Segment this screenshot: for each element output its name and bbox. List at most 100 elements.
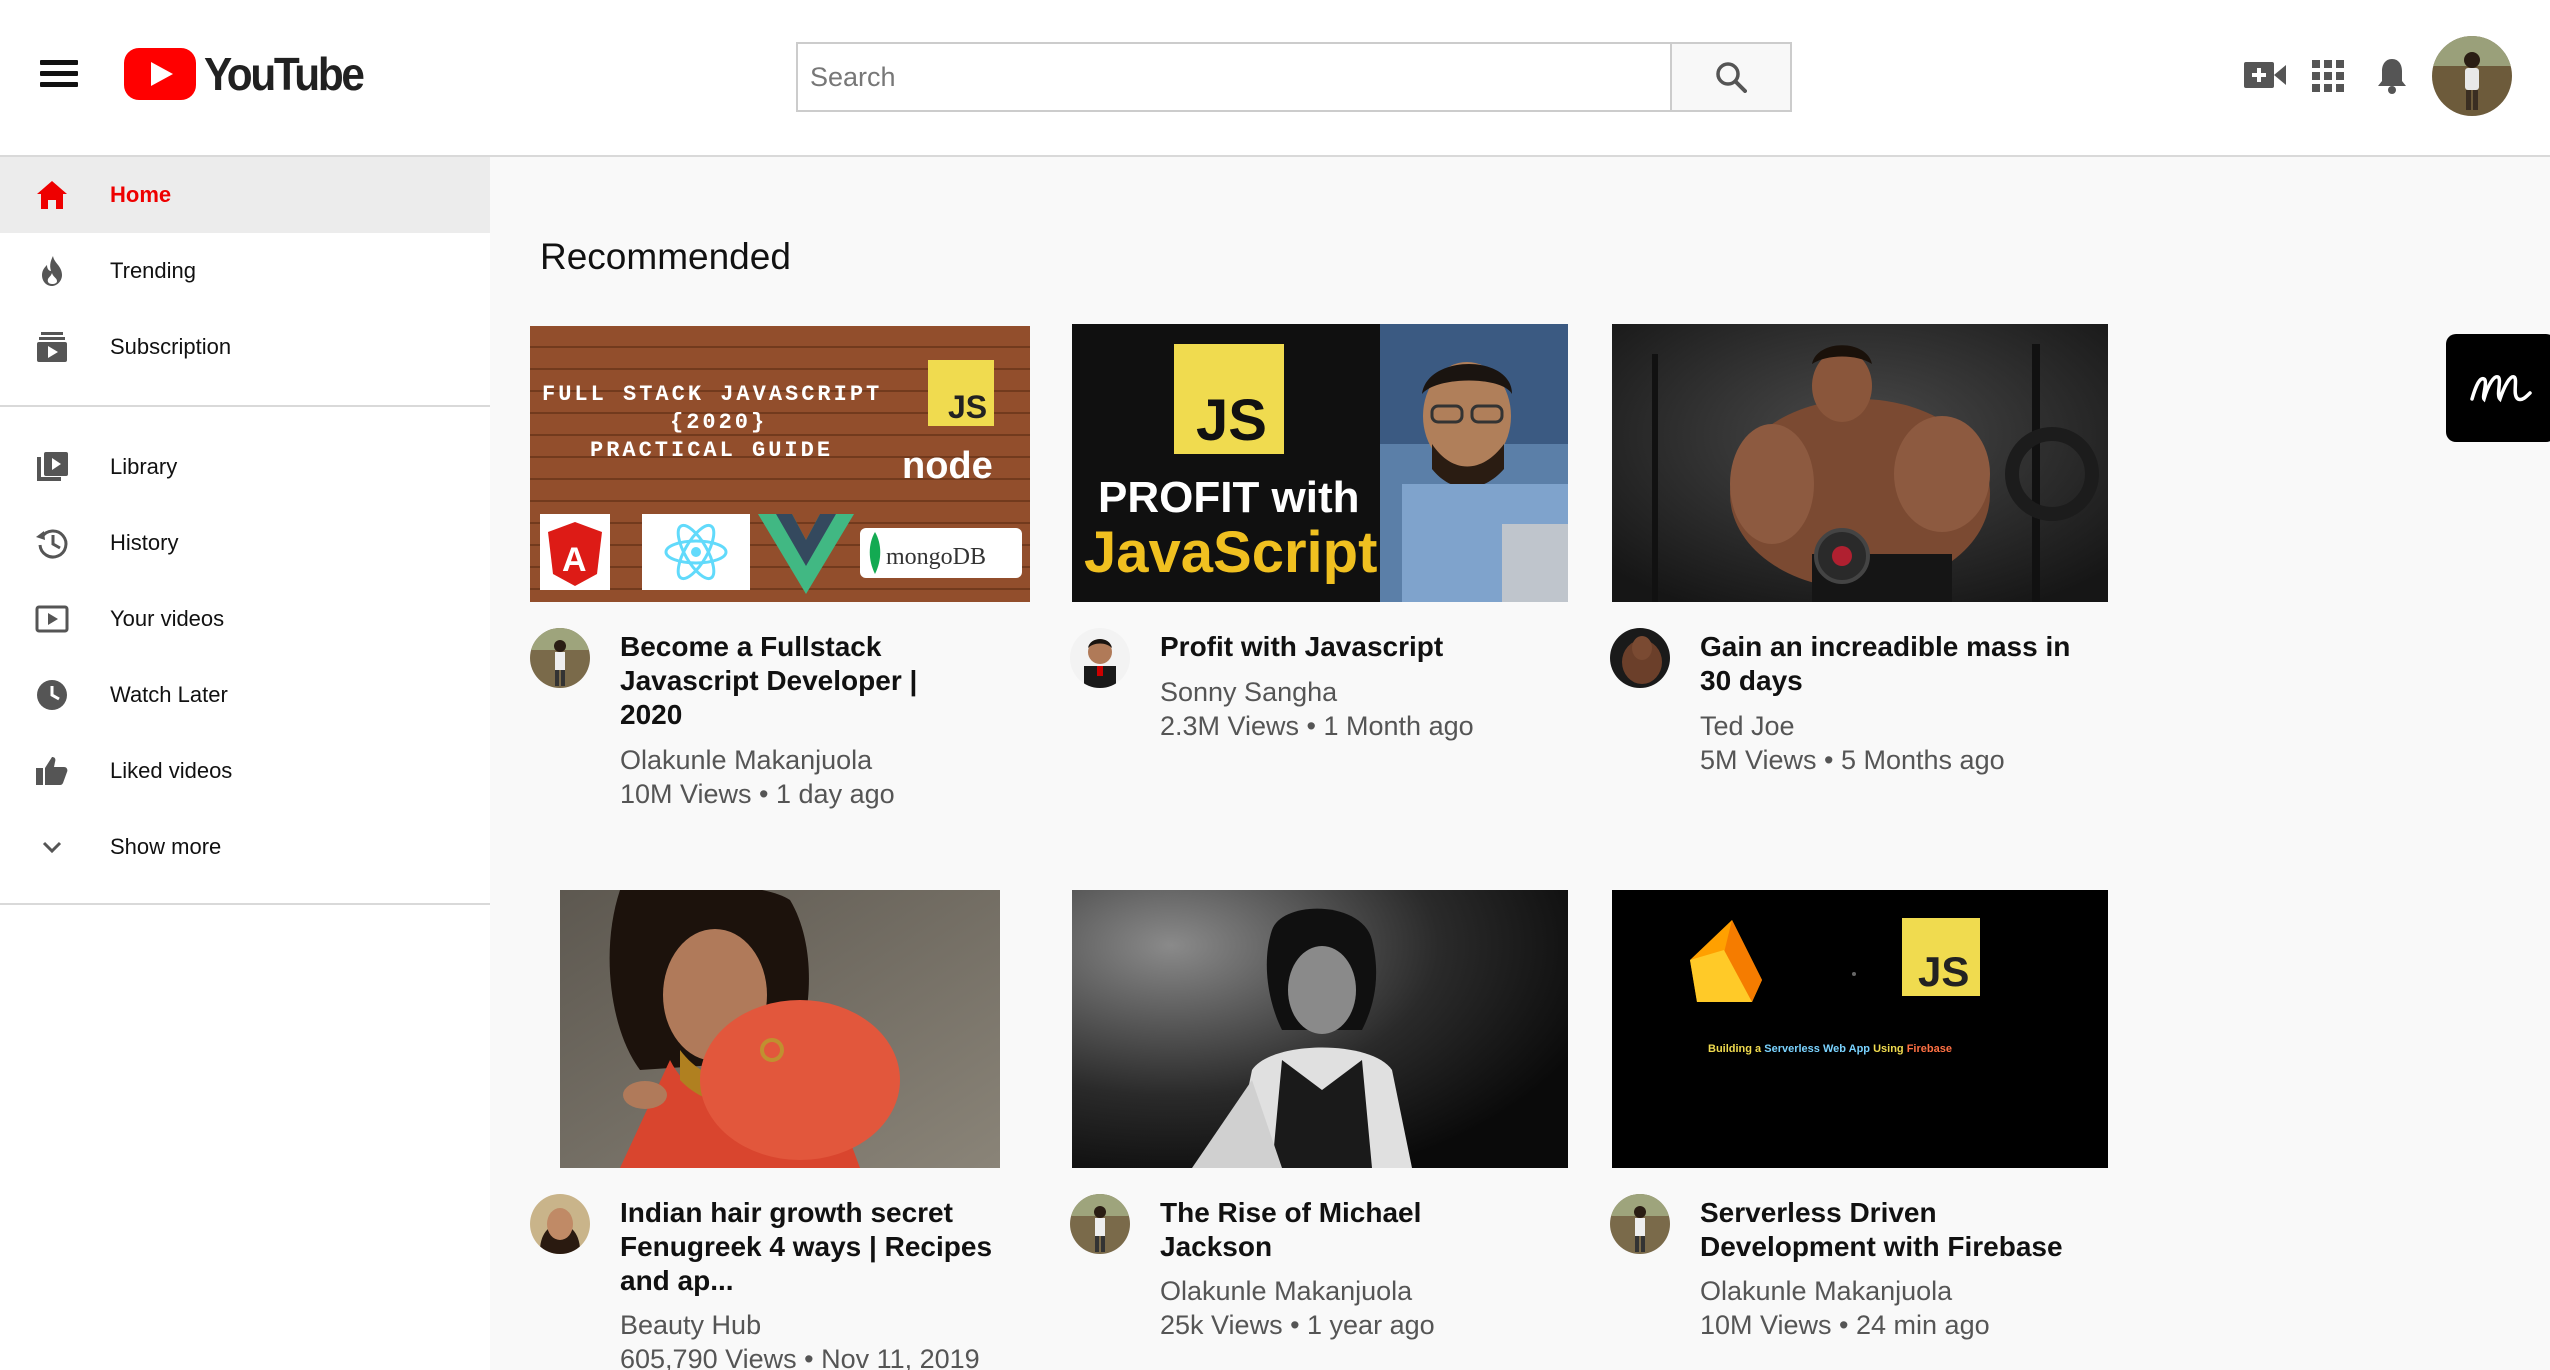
video-meta: 2.3M Views • 1 Month ago: [1160, 711, 1474, 741]
user-avatar[interactable]: [2432, 36, 2512, 116]
mongodb-logo-text: mongoDB: [886, 544, 986, 570]
search-input[interactable]: [796, 42, 1670, 112]
search-icon: [1716, 62, 1747, 93]
video-title-line: Fenugreek 4 ways | Recipes: [620, 1231, 993, 1262]
library-icon: [37, 452, 68, 481]
youtube-play-logo-icon: [124, 48, 196, 100]
video-title-line: Indian hair growth secret: [620, 1197, 953, 1228]
youtube-logo[interactable]: YouTube: [124, 44, 376, 104]
your-videos-icon: [35, 605, 69, 633]
subscriptions-icon: [37, 332, 67, 362]
channel-name[interactable]: Beauty Hub: [620, 1308, 761, 1342]
video-title-line: 30 days: [1700, 665, 1803, 696]
video-thumbnail[interactable]: FULL STACK JAVASCRIPT {2020} PRACTICAL G…: [530, 326, 1030, 602]
thumb-caption: Serverless Web App: [1764, 1043, 1870, 1055]
sidebar-item-label: Show more: [110, 834, 222, 859]
video-thumbnail[interactable]: JS PROFIT with JavaScript: [1072, 324, 1568, 602]
sidebar-item-liked-videos[interactable]: Liked videos: [0, 733, 490, 809]
video-title-line: Javascript Developer |: [620, 665, 918, 696]
thumbs-up-icon: [36, 757, 68, 785]
sidebar-item-library[interactable]: Library: [0, 429, 490, 505]
video-title-line: Profit with Javascript: [1160, 631, 1444, 662]
sidebar-item-label: History: [110, 530, 179, 555]
svg-text:Building a Serverless Web App: Building a Serverless Web App Using Fire…: [1708, 1043, 1952, 1055]
sidebar-item-subscription[interactable]: Subscription: [0, 309, 490, 385]
video-title[interactable]: Indian hair growth secret Fenugreek 4 wa…: [620, 1196, 992, 1298]
channel-name[interactable]: Olakunle Makanjuola: [1700, 1274, 1952, 1308]
extension-badge[interactable]: [2446, 334, 2550, 442]
video-title[interactable]: Profit with Javascript: [1160, 630, 1443, 664]
sidebar-item-watch-later[interactable]: Watch Later: [0, 657, 490, 733]
sidebar-item-label: Library: [110, 454, 178, 479]
channel-avatar[interactable]: [1610, 1194, 1670, 1254]
sidebar-item-label: Home: [110, 182, 172, 207]
sidebar-item-home[interactable]: Home: [0, 157, 490, 233]
channel-avatar[interactable]: [1070, 628, 1130, 688]
js-logo-text: JS: [1196, 388, 1267, 453]
clock-icon: [37, 680, 67, 710]
sidebar-item-trending[interactable]: Trending: [0, 233, 490, 309]
search-bar: [796, 42, 1792, 112]
sidebar-item-show-more[interactable]: Show more: [0, 809, 490, 885]
video-title-line: Development with Firebase: [1700, 1231, 2063, 1262]
video-meta: 10M Views • 24 min ago: [1700, 1310, 1990, 1340]
sidebar-item-label: Watch Later: [110, 682, 228, 707]
thumb-caption: Using: [1870, 1043, 1907, 1055]
video-meta: 5M Views • 5 Months ago: [1700, 745, 2005, 775]
thumb-text: {2020}: [670, 410, 767, 435]
search-button[interactable]: [1670, 42, 1792, 112]
video-title[interactable]: Serverless Driven Development with Fireb…: [1700, 1196, 2063, 1264]
node-logo-text: node: [902, 445, 993, 487]
channel-name[interactable]: Olakunle Makanjuola: [1160, 1274, 1412, 1308]
video-title-line: Jackson: [1160, 1231, 1273, 1262]
video-thumbnail[interactable]: [1612, 324, 2108, 602]
history-icon: [36, 529, 68, 559]
video-thumbnail[interactable]: JS Building a Serverless Web App Using F…: [1612, 890, 2108, 1168]
cursive-m-logo-icon: [2470, 375, 2532, 403]
thumb-text: JavaScript: [1084, 520, 1377, 585]
top-header: YouTube: [0, 0, 2550, 157]
video-title[interactable]: Become a Fullstack Javascript Developer …: [620, 630, 917, 732]
logo-text: YouTube: [204, 48, 365, 100]
video-thumbnail[interactable]: [560, 890, 1000, 1168]
video-title-line: and ap...: [620, 1265, 734, 1296]
chevron-down-icon: [42, 841, 62, 854]
channel-avatar[interactable]: [530, 1194, 590, 1254]
js-logo-text: JS: [1918, 948, 1969, 995]
video-title-line: Become a Fullstack: [620, 631, 882, 662]
sidebar: Home Trending Subscription Library Histo…: [0, 157, 490, 1370]
channel-name[interactable]: Sonny Sangha: [1160, 675, 1337, 709]
sidebar-item-label: Your videos: [110, 606, 225, 631]
video-thumbnail[interactable]: [1072, 890, 1568, 1168]
video-title-line: The Rise of Michael: [1160, 1197, 1422, 1228]
video-title-line: Gain an increadible mass in: [1700, 631, 2071, 662]
video-meta: 10M Views • 1 day ago: [620, 779, 895, 809]
section-title: Recommended: [540, 236, 791, 277]
notifications-bell-icon[interactable]: [2376, 57, 2408, 95]
js-logo-text: JS: [948, 389, 987, 425]
home-icon: [37, 181, 67, 209]
thumb-caption: Building a: [1708, 1043, 1764, 1055]
channel-avatar[interactable]: [1610, 628, 1670, 688]
sidebar-item-history[interactable]: History: [0, 505, 490, 581]
channel-avatar[interactable]: [530, 628, 590, 688]
channel-name[interactable]: Ted Joe: [1700, 709, 1795, 743]
apps-grid-icon[interactable]: [2312, 60, 2344, 92]
create-video-icon[interactable]: [2244, 60, 2286, 90]
channel-avatar[interactable]: [1070, 1194, 1130, 1254]
sidebar-divider: [0, 405, 490, 407]
hamburger-menu-icon[interactable]: [38, 58, 82, 90]
sidebar-divider: [0, 903, 490, 905]
fire-icon: [42, 256, 62, 286]
svg-text:A: A: [562, 541, 587, 579]
video-meta: 605,790 Views • Nov 11, 2019: [620, 1344, 980, 1370]
channel-name[interactable]: Olakunle Makanjuola: [620, 743, 872, 777]
thumb-text: FULL STACK JAVASCRIPT: [542, 382, 882, 407]
sidebar-item-your-videos[interactable]: Your videos: [0, 581, 490, 657]
video-title[interactable]: Gain an increadible mass in 30 days: [1700, 630, 2070, 698]
thumb-caption: Firebase: [1907, 1043, 1952, 1055]
video-title-line: Serverless Driven: [1700, 1197, 1937, 1228]
sidebar-item-label: Trending: [110, 258, 197, 283]
video-title[interactable]: The Rise of Michael Jackson: [1160, 1196, 1421, 1264]
thumb-text: PRACTICAL GUIDE: [590, 438, 833, 463]
